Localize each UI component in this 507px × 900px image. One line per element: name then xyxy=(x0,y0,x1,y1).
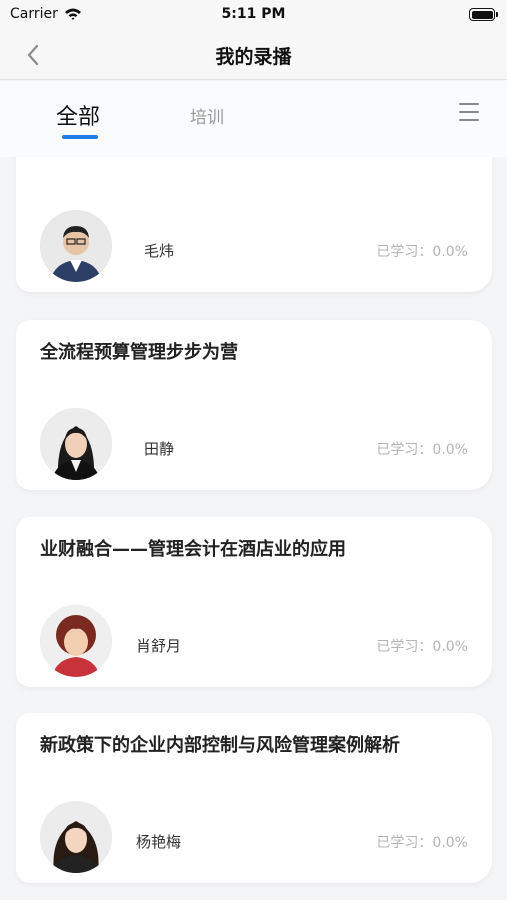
progress-text: 已学习：0.0% xyxy=(376,442,468,458)
status-time: 5:11 PM xyxy=(221,6,286,22)
progress-text: 已学习：0.0% xyxy=(376,835,468,851)
course-card[interactable]: 业财融合——管理会计在酒店业的应用 肖舒月 已学习：0.0% xyxy=(16,517,492,687)
course-card[interactable]: 新政策下的企业内部控制与风险管理案例解析 杨艳梅 已学习：0.0% xyxy=(16,713,492,883)
avatar xyxy=(40,408,112,480)
menu-line xyxy=(459,111,479,113)
tab-bar: 全部 培训 xyxy=(0,81,507,157)
page-title: 我的录播 xyxy=(215,46,292,68)
course-title: 业财融合——管理会计在酒店业的应用 xyxy=(40,539,346,560)
menu-line xyxy=(459,103,479,105)
avatar xyxy=(40,210,112,282)
avatar xyxy=(40,605,112,677)
avatar xyxy=(40,801,112,873)
menu-line xyxy=(459,119,479,121)
progress-text: 已学习：0.0% xyxy=(376,244,468,260)
course-title: 全流程预算管理步步为营 xyxy=(40,342,238,363)
course-title: 新政策下的企业内部控制与风险管理案例解析 xyxy=(40,735,400,756)
teacher-name: 毛炜 xyxy=(144,242,175,260)
active-tab-indicator xyxy=(62,135,98,139)
teacher-name: 田静 xyxy=(144,440,175,458)
menu-icon[interactable] xyxy=(459,103,479,121)
course-card[interactable]: 全流程预算管理步步为营 田静 已学习：0.0% xyxy=(16,320,492,490)
status-bar: Carrier 5:11 PM xyxy=(0,0,507,30)
battery-icon xyxy=(469,8,498,21)
screen: 毛炜 已学习：0.0% 全流程预算管理步步为营 田静 已学习：0.0% 业财融合… xyxy=(0,0,507,900)
progress-text: 已学习：0.0% xyxy=(376,639,468,655)
nav-bar: 我的录播 xyxy=(0,30,507,80)
teacher-name: 肖舒月 xyxy=(136,637,182,655)
tab-training[interactable]: 培训 xyxy=(190,103,224,128)
teacher-name: 杨艳梅 xyxy=(136,833,182,851)
battery-fill xyxy=(471,10,493,19)
tab-all[interactable]: 全部 xyxy=(56,99,100,131)
